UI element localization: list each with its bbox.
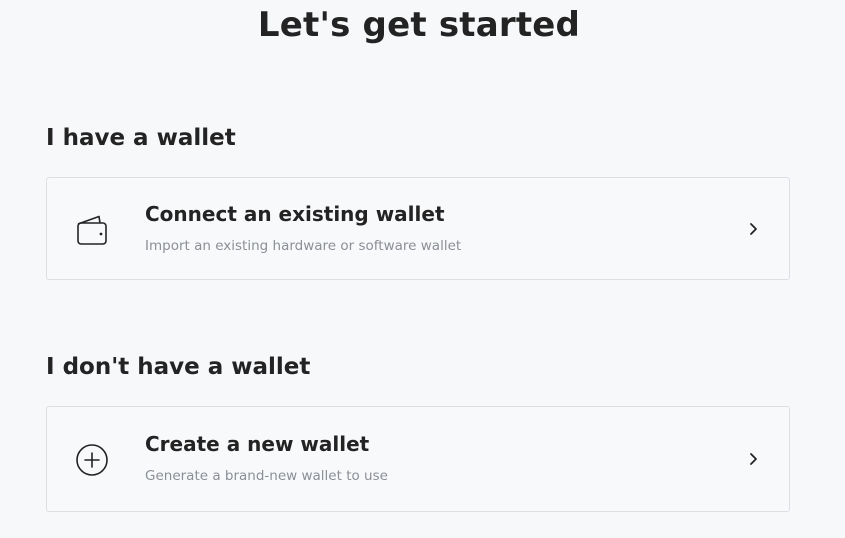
connect-existing-wallet-button[interactable]: Connect an existing wallet Import an exi… xyxy=(46,177,790,280)
connect-wallet-description: Import an existing hardware or software … xyxy=(145,238,462,254)
create-wallet-title: Create a new wallet xyxy=(145,432,370,456)
create-new-wallet-button[interactable]: Create a new wallet Generate a brand-new… xyxy=(46,406,790,512)
create-wallet-description: Generate a brand-new wallet to use xyxy=(145,468,388,484)
wallet-icon xyxy=(75,213,109,247)
chevron-right-icon xyxy=(745,451,761,467)
section-heading-no-wallet: I don't have a wallet xyxy=(46,354,311,380)
connect-wallet-title: Connect an existing wallet xyxy=(145,202,445,226)
page-title: Let's get started xyxy=(257,5,581,45)
onboarding-page: Let's get started I have a wallet Connec… xyxy=(0,0,845,538)
plus-circle-icon xyxy=(75,443,109,477)
section-heading-have-wallet: I have a wallet xyxy=(46,125,236,151)
chevron-right-icon xyxy=(745,221,761,237)
